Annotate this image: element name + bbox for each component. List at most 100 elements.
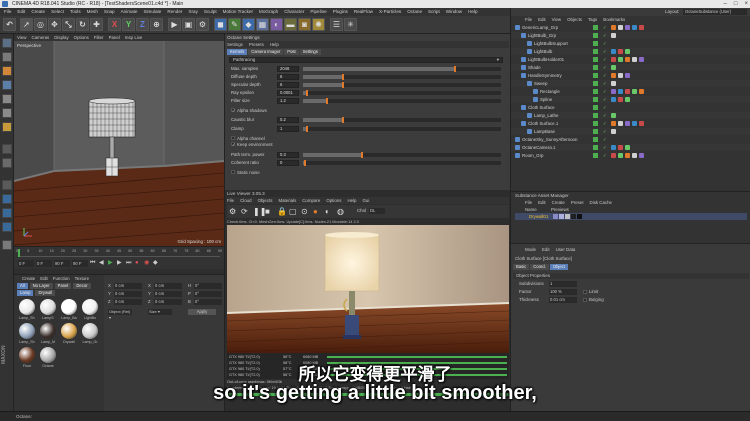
model-mode-icon[interactable] xyxy=(2,52,12,62)
viewport-menu-item[interactable]: Filter xyxy=(94,34,104,41)
visibility-dots-icon[interactable] xyxy=(593,89,598,94)
slider-knob[interactable] xyxy=(454,66,456,72)
visibility-dots-icon[interactable] xyxy=(593,65,598,70)
start-frame-field[interactable]: 0 F xyxy=(18,260,34,267)
object-manager-menu-item[interactable]: View xyxy=(552,16,561,23)
main-menu-item[interactable]: Script xyxy=(428,8,440,16)
enabled-check-icon[interactable]: ✓ xyxy=(603,25,607,30)
select-arrow-icon[interactable]: ➚ xyxy=(20,18,33,31)
material-menu-item[interactable]: Function xyxy=(53,275,70,282)
object-row[interactable]: Spline ✓ xyxy=(511,96,750,103)
octane-settings-menu-item[interactable]: Presets xyxy=(249,41,264,48)
visibility-dots-icon[interactable] xyxy=(593,137,598,142)
stop-icon[interactable]: ■ xyxy=(265,207,274,216)
object-tag-icon[interactable] xyxy=(618,97,623,102)
camera-icon[interactable]: ◙ xyxy=(298,18,311,31)
octane-setting-slider[interactable] xyxy=(303,82,501,88)
make-editable-icon[interactable] xyxy=(2,38,12,48)
current-frame-field[interactable]: 0 F xyxy=(36,260,52,267)
octane-setting-slider[interactable] xyxy=(303,74,501,80)
object-tag-icon[interactable] xyxy=(625,73,630,78)
main-menu-item[interactable]: Help xyxy=(468,8,477,16)
enabled-check-icon[interactable]: ✓ xyxy=(603,121,607,126)
edge-mode-icon[interactable] xyxy=(2,108,12,118)
object-row[interactable]: Room_Grp ✓ xyxy=(511,152,750,159)
render-view-icon[interactable]: ▶ xyxy=(168,18,181,31)
render-settings-icon[interactable]: ⚙ xyxy=(196,18,209,31)
substance-menu-item[interactable]: Preset xyxy=(571,199,584,206)
object-tag-icon[interactable] xyxy=(611,121,616,126)
first-frame-icon[interactable]: ⏮ xyxy=(90,260,97,267)
material-pick-icon[interactable]: ● xyxy=(313,207,322,216)
timeline-ruler[interactable]: 0 5 10 15 20 25 30 35 40 45 50 55 60 65 70 75 80 85 90 xyxy=(16,249,222,257)
pause-icon[interactable]: ❚❚ xyxy=(253,207,266,216)
main-menu-item[interactable]: Snap xyxy=(104,8,115,16)
object-tag-icon[interactable] xyxy=(611,113,616,118)
material-menu-item[interactable]: Create xyxy=(22,275,35,282)
enabled-check-icon[interactable]: ✓ xyxy=(603,137,607,142)
solo-icon[interactable] xyxy=(2,208,12,218)
main-menu-item[interactable]: Motion Tracker xyxy=(223,8,253,16)
coord-field[interactable]: 0 cm xyxy=(114,291,142,297)
keyframe-icon[interactable]: ◆ xyxy=(153,260,160,267)
coord-field[interactable]: 0 cm xyxy=(154,299,182,305)
object-tag-icon[interactable] xyxy=(611,89,616,94)
main-menu-item[interactable]: File xyxy=(4,8,11,16)
object-tag-icon[interactable] xyxy=(632,57,637,62)
main-menu-item[interactable]: Character xyxy=(284,8,304,16)
octane-setting-value[interactable]: 1 xyxy=(277,126,299,132)
attribute-menu-item[interactable]: Edit xyxy=(542,246,550,253)
coord-field[interactable]: 0 cm xyxy=(154,283,182,289)
octane-settings-menu-item[interactable]: Help xyxy=(270,41,279,48)
tag-icon[interactable]: ✳ xyxy=(344,18,357,31)
scale-tool-icon[interactable]: ⤡ xyxy=(62,18,75,31)
main-menu-item[interactable]: Animate xyxy=(121,8,138,16)
object-tag-icon[interactable] xyxy=(639,89,644,94)
visibility-dots-icon[interactable] xyxy=(593,113,598,118)
material-filter-tab[interactable]: All xyxy=(17,283,28,289)
visibility-dots-icon[interactable] xyxy=(593,81,598,86)
object-row[interactable]: LightBulb_Grp ✓ xyxy=(511,32,750,39)
object-row[interactable]: OctaneSky_SunnyAfternoon ✓ xyxy=(511,136,750,143)
object-tag-icon[interactable] xyxy=(625,89,630,94)
tweak-mode-icon[interactable] xyxy=(2,158,12,168)
live-viewer-menu-item[interactable]: File xyxy=(227,197,234,204)
attribute-menu-item[interactable]: User Data xyxy=(556,246,576,253)
world-icon[interactable]: ◍ xyxy=(337,207,346,216)
octane-setting-value[interactable]: 6 xyxy=(277,82,299,88)
material-swatch[interactable] xyxy=(19,299,35,315)
enabled-check-icon[interactable]: ✓ xyxy=(603,113,607,118)
main-menu-item[interactable]: Pipeline xyxy=(310,8,326,16)
record-icon[interactable]: ● xyxy=(135,260,142,267)
main-menu-item[interactable]: Mesh xyxy=(87,8,98,16)
object-tag-icon[interactable] xyxy=(625,49,630,54)
material-filter-tab[interactable]: Panel xyxy=(54,283,72,289)
main-menu-item[interactable]: Tools xyxy=(70,8,81,16)
viewport-menu-item[interactable]: Panel xyxy=(109,34,120,41)
axis-x-button[interactable]: X xyxy=(108,18,121,31)
settings-gear-icon[interactable]: ⚙ xyxy=(229,207,238,216)
object-tag-icon[interactable] xyxy=(611,97,616,102)
coord-size-select[interactable]: Size ▾ xyxy=(148,309,172,315)
enabled-check-icon[interactable]: ✓ xyxy=(603,73,607,78)
coord-field[interactable]: 0° xyxy=(194,291,222,297)
slider-knob[interactable] xyxy=(326,98,328,104)
visibility-dots-icon[interactable] xyxy=(593,57,598,62)
workplane-lock-icon[interactable] xyxy=(2,194,12,204)
object-tag-icon[interactable] xyxy=(625,153,630,158)
enabled-check-icon[interactable]: ✓ xyxy=(603,145,607,150)
coord-field[interactable]: 0 cm xyxy=(114,283,142,289)
channel-select[interactable]: DL xyxy=(369,208,385,214)
slider-knob[interactable] xyxy=(306,90,308,96)
viewport-scene[interactable]: Perspective Grid Spacing : 100 cm xyxy=(14,41,224,246)
snap-icon[interactable] xyxy=(2,180,12,190)
clay-mode-icon[interactable]: ◐ xyxy=(325,207,334,216)
object-row[interactable]: Rectangle ✓ xyxy=(511,88,750,95)
coord-field[interactable]: 0 cm xyxy=(114,299,142,305)
octane-setting-slider[interactable] xyxy=(303,66,501,72)
octane-setting-slider[interactable] xyxy=(303,152,501,158)
viewport-menu-item[interactable]: Cameras xyxy=(31,34,49,41)
object-tag-icon[interactable] xyxy=(618,121,623,126)
checkbox-icon[interactable] xyxy=(231,136,235,140)
octane-setting-value[interactable]: 0.0001 xyxy=(277,90,299,96)
